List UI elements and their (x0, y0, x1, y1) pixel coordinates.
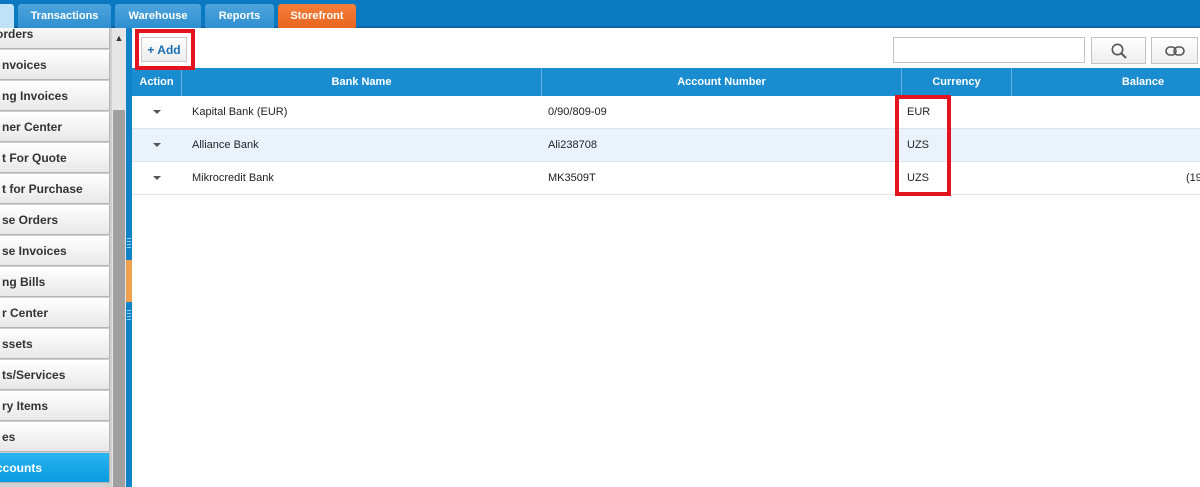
magnifier-icon (1111, 43, 1127, 59)
table-row[interactable]: Mikrocredit Bank MK3509T UZS (19 (132, 162, 1200, 195)
bank-name-cell: Kapital Bank (EUR) (192, 106, 288, 118)
balance-cell: (19 (1186, 172, 1200, 184)
sidebar-item-label: es (2, 429, 16, 444)
bank-name-cell: Alliance Bank (192, 139, 259, 151)
sidebar-item-label: t For Quote (2, 150, 67, 165)
sidebar-item-purchase-orders[interactable]: se Orders (0, 205, 110, 235)
search-button[interactable] (1091, 37, 1146, 64)
tab-storefront[interactable]: Storefront (278, 4, 356, 28)
row-action-dropdown-icon[interactable] (153, 110, 161, 114)
sidebar-item-label: ry Items (2, 398, 49, 413)
tab-home[interactable] (0, 4, 14, 28)
splitter-grip-dots (127, 238, 131, 250)
currency-cell: EUR (907, 106, 931, 118)
sidebar-item-inventory-items[interactable]: ry Items (0, 391, 110, 421)
table-row[interactable]: Kapital Bank (EUR) 0/90/809-09 EUR (132, 96, 1200, 129)
clear-search-button[interactable] (1151, 37, 1198, 64)
sidebar-item-label: ts/Services (2, 367, 66, 382)
tab-reports[interactable]: Reports (205, 4, 274, 28)
sidebar-item-sales-orders[interactable]: orders (0, 28, 110, 49)
column-header-bank-name[interactable]: Bank Name (182, 68, 542, 96)
scroll-up-arrow-icon[interactable]: ▲ (112, 32, 126, 44)
add-button[interactable]: + Add (141, 37, 187, 62)
sidebar-item-customer-center[interactable]: ner Center (0, 112, 110, 142)
account-number-cell: 0/90/809-09 (548, 106, 607, 118)
sidebar-item-label: nvoices (2, 57, 47, 72)
column-header-action[interactable]: Action (132, 68, 182, 96)
sidebar-item-label: orders (0, 28, 34, 41)
tab-transactions[interactable]: Transactions (18, 4, 111, 28)
sidebar-scrollbar[interactable]: ▲ (112, 28, 126, 487)
sidebar-item-label: t for Purchase (2, 181, 83, 196)
sidebar-item-request-for-quote[interactable]: t For Quote (0, 143, 110, 173)
table-header: Action Bank Name Account Number Currency… (132, 68, 1200, 96)
sidebar-item-label: se Invoices (2, 243, 67, 258)
search-input[interactable] (893, 37, 1085, 63)
sidebar-item-invoices[interactable]: nvoices (0, 50, 110, 80)
top-tab-bar: Transactions Warehouse Reports Storefron… (0, 0, 1200, 28)
sidebar-item-pending-bills[interactable]: ng Bills (0, 267, 110, 297)
bank-name-cell: Mikrocredit Bank (192, 172, 274, 184)
table-row[interactable]: Alliance Bank Ali238708 UZS (132, 129, 1200, 162)
sidebar: orders nvoices ng Invoices ner Center t … (0, 28, 127, 487)
row-action-dropdown-icon[interactable] (153, 176, 161, 180)
currency-cell: UZS (907, 172, 929, 184)
link-icon (1164, 45, 1185, 56)
sidebar-item-label: ccounts (0, 460, 43, 475)
account-number-cell: MK3509T (548, 172, 596, 184)
sidebar-item-label: ng Bills (2, 274, 46, 289)
sidebar-item-purchase-invoices[interactable]: se Invoices (0, 236, 110, 266)
sidebar-item-request-for-purchase[interactable]: t for Purchase (0, 174, 110, 204)
column-header-currency[interactable]: Currency (902, 68, 1012, 96)
sidebar-item-vendor-center[interactable]: r Center (0, 298, 110, 328)
sidebar-item-assets[interactable]: ssets (0, 329, 110, 359)
tab-warehouse[interactable]: Warehouse (115, 4, 201, 28)
sidebar-item-products-services[interactable]: ts/Services (0, 360, 110, 390)
sidebar-item-label: se Orders (2, 212, 59, 227)
column-header-account-number[interactable]: Account Number (542, 68, 902, 96)
column-header-balance[interactable]: Balance (1012, 68, 1200, 96)
sidebar-item-label: r Center (2, 305, 49, 320)
sidebar-item-bank-accounts[interactable]: ccounts (0, 453, 110, 483)
row-action-dropdown-icon[interactable] (153, 143, 161, 147)
currency-cell: UZS (907, 139, 929, 151)
account-number-cell: Ali238708 (548, 139, 597, 151)
sidebar-item-label: ng Invoices (2, 88, 69, 103)
sidebar-scroll-thumb[interactable] (113, 110, 125, 487)
sidebar-item-label: ssets (2, 336, 33, 351)
splitter-grip-dots (127, 310, 131, 322)
sidebar-item-pending-invoices[interactable]: ng Invoices (0, 81, 110, 111)
sidebar-item-label: ner Center (2, 119, 63, 134)
sidebar-item-taxes[interactable]: es (0, 422, 110, 452)
collapse-sidebar-handle[interactable] (126, 260, 132, 302)
